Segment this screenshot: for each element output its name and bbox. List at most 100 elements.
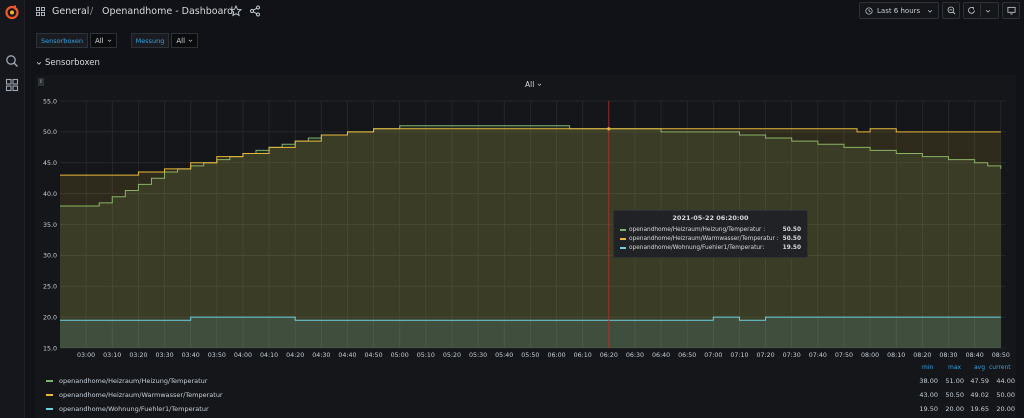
legend-min: 38.00 (919, 376, 938, 385)
legend-header-min[interactable]: min (922, 364, 933, 371)
x-tick-label: 05:50 (521, 352, 539, 359)
graph-tooltip: 2021-05-22 06:20:00 openandhome/Heizraum… (613, 210, 808, 258)
legend-header-max[interactable]: max (948, 364, 961, 371)
legend-header-avg[interactable]: avg (974, 364, 985, 371)
x-tick-label: 07:10 (730, 352, 748, 359)
x-tick-label: 05:40 (495, 352, 513, 359)
series-color-swatch[interactable] (46, 379, 53, 382)
dashboard-grid-icon (36, 4, 48, 18)
graph-plot[interactable]: 15.0 20.0 25.0 30.0 35.0 40.0 45.0 50.0 55.0 03:0… (35, 75, 1016, 418)
x-tick-label: 03:50 (208, 352, 226, 359)
series-color-swatch[interactable] (46, 393, 53, 396)
y-tick-label: 40.0 (43, 191, 57, 198)
x-tick-label: 07:30 (783, 352, 801, 359)
grafana-logo-icon[interactable] (4, 4, 20, 20)
panel-title-text: All (525, 80, 535, 89)
panel-title[interactable]: All (525, 80, 542, 89)
chevron-down-icon (538, 83, 542, 86)
x-tick-label: 06:50 (678, 352, 696, 359)
x-tick-label: 05:20 (443, 352, 461, 359)
x-tick-label: 06:00 (547, 352, 565, 359)
breadcrumb-folder[interactable]: General (52, 4, 89, 18)
variable-value: All (94, 36, 104, 45)
x-tick-label: 03:40 (182, 352, 200, 359)
legend-min: 43.00 (919, 390, 938, 399)
series-color-swatch (620, 246, 626, 249)
series-color-swatch[interactable] (46, 407, 53, 410)
series-area-1 (60, 128, 1001, 348)
tooltip-row: openandhome/Heizraum/Heizung/Temperatur … (620, 225, 801, 234)
clock-icon (865, 6, 873, 15)
x-tick-label: 07:50 (835, 352, 853, 359)
x-tick-label: 04:10 (260, 352, 278, 359)
x-tick-label: 05:30 (469, 352, 487, 359)
side-menu (0, 0, 25, 418)
x-tick-label: 04:40 (338, 352, 356, 359)
x-tick-label: 06:30 (626, 352, 644, 359)
legend-min: 19.50 (919, 404, 938, 413)
graph-panel[interactable]: 15.0 20.0 25.0 30.0 35.0 40.0 45.0 50.0 55.0 03:0… (35, 75, 1016, 418)
row-title: Sensorboxen (45, 58, 100, 68)
top-navbar: General / Openandhome - Dashboard Last 6… (24, 0, 1024, 22)
y-tick-label: 20.0 (43, 314, 57, 321)
tooltip-series-name: openandhome/Heizraum/Warmwasser/Temperat… (629, 235, 779, 242)
legend-current: 50.00 (996, 390, 1015, 399)
tooltip-time: 2021-05-22 06:20:00 (672, 214, 749, 222)
share-icon[interactable] (249, 5, 261, 17)
variable-value: All (176, 36, 186, 45)
x-tick-label: 04:30 (312, 352, 330, 359)
breadcrumb-separator: / (90, 5, 94, 17)
x-tick-label: 08:00 (861, 352, 879, 359)
x-tick-label: 08:50 (992, 352, 1010, 359)
legend-row[interactable]: openandhome/Heizraum/Warmwasser/Temperat… (36, 388, 1018, 401)
series-color-swatch (620, 237, 626, 240)
tooltip-series-name: openandhome/Heizraum/Heizung/Temperatur … (629, 226, 766, 233)
panel-info-icon[interactable]: i (38, 78, 44, 86)
zoom-out-button[interactable] (942, 2, 960, 19)
y-tick-label: 35.0 (43, 222, 57, 229)
x-tick-label: 04:20 (286, 352, 304, 359)
x-tick-label: 08:30 (939, 352, 957, 359)
monitor-icon (1006, 6, 1016, 15)
legend-max: 20.00 (945, 404, 964, 413)
legend-row[interactable]: openandhome/Wohnung/Fuehler1/Temperatur … (36, 402, 1018, 415)
time-picker-button[interactable]: Last 6 hours (859, 2, 939, 19)
tooltip-row: openandhome/Wohnung/Fuehler1/Temperatur:… (620, 243, 801, 252)
search-icon[interactable] (5, 54, 19, 68)
x-tick-label: 04:00 (234, 352, 252, 359)
x-tick-label: 07:00 (704, 352, 722, 359)
legend-current: 20.00 (996, 404, 1015, 413)
row-header[interactable]: Sensorboxen (36, 58, 100, 68)
chevron-down-icon (36, 61, 42, 65)
legend-current: 44.00 (996, 376, 1015, 385)
y-tick-label: 50.0 (43, 129, 57, 136)
dashboard-title[interactable]: Openandhome - Dashboard (102, 4, 233, 18)
y-tick-label: 15.0 (43, 345, 57, 352)
legend-header-current[interactable]: current (989, 364, 1011, 371)
tooltip-row: openandhome/Heizraum/Warmwasser/Temperat… (620, 234, 801, 243)
x-tick-label: 08:10 (887, 352, 905, 359)
tooltip-series-value: 19.50 (782, 244, 801, 251)
legend-row[interactable]: openandhome/Heizraum/Heizung/Temperatur … (36, 374, 1018, 387)
hover-point-1 (607, 127, 611, 131)
y-tick-label: 30.0 (43, 253, 57, 260)
variable-label-messung: Messung (130, 33, 170, 48)
variable-select-messung[interactable]: All (171, 33, 199, 48)
x-tick-label: 07:20 (757, 352, 775, 359)
refresh-button[interactable] (963, 2, 999, 19)
legend-series-name[interactable]: openandhome/Wohnung/Fuehler1/Temperatur (59, 405, 209, 413)
legend-series-name[interactable]: openandhome/Heizraum/Warmwasser/Temperat… (59, 391, 223, 399)
x-tick-label: 04:50 (365, 352, 383, 359)
star-icon[interactable] (229, 4, 243, 17)
tv-mode-button[interactable] (1002, 2, 1020, 19)
chevron-down-icon (985, 9, 991, 13)
x-tick-label: 05:10 (417, 352, 435, 359)
variable-select-sensorboxen[interactable]: All (89, 33, 117, 48)
x-tick-label: 03:10 (103, 352, 121, 359)
y-tick-label: 55.0 (43, 98, 57, 105)
dashboards-icon[interactable] (5, 78, 19, 92)
chevron-down-icon (928, 9, 933, 13)
legend-avg: 19.65 (970, 404, 989, 413)
legend-series-name[interactable]: openandhome/Heizraum/Heizung/Temperatur (59, 377, 207, 385)
legend-avg: 49.02 (970, 390, 989, 399)
